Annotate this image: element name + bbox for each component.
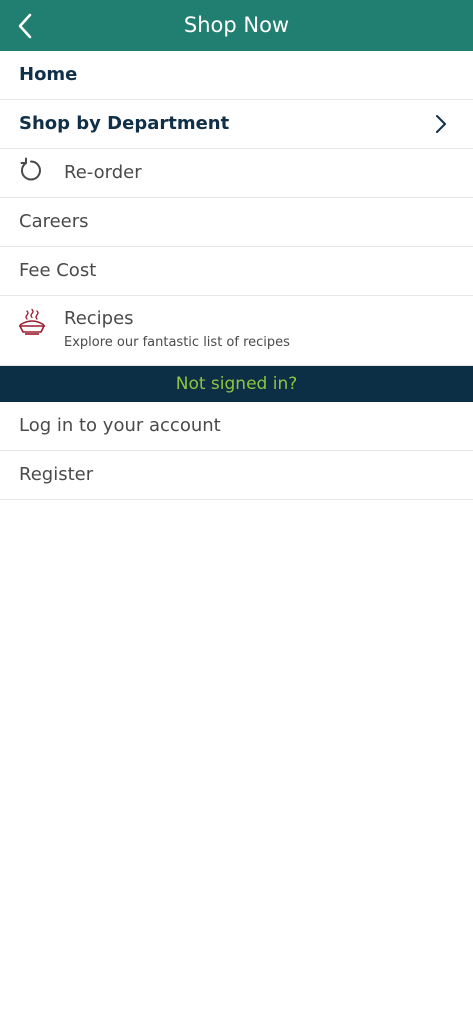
- chevron-right-icon: [436, 115, 446, 133]
- register-link[interactable]: Register: [0, 451, 473, 500]
- navigation-menu: Home Shop by Department Re-order Careers…: [0, 51, 473, 500]
- menu-item-shop-by-department[interactable]: Shop by Department: [0, 100, 473, 149]
- menu-item-shop-by-department-label: Shop by Department: [19, 113, 230, 134]
- menu-item-recipes[interactable]: Recipes Explore our fantastic list of re…: [0, 296, 473, 366]
- menu-item-careers-label: Careers: [19, 211, 89, 232]
- menu-item-home-label: Home: [19, 64, 78, 85]
- not-signed-in-banner: Not signed in?: [0, 366, 473, 402]
- top-app-bar: Shop Now: [0, 0, 473, 51]
- menu-item-reorder-label: Re-order: [64, 162, 142, 183]
- login-link-label: Log in to your account: [19, 415, 221, 436]
- login-link[interactable]: Log in to your account: [0, 402, 473, 451]
- register-link-label: Register: [19, 464, 94, 485]
- menu-item-fee-cost-label: Fee Cost: [19, 260, 97, 281]
- reorder-icon: [20, 157, 41, 181]
- menu-item-fee-cost[interactable]: Fee Cost: [0, 247, 473, 296]
- menu-item-recipes-label: Recipes: [64, 308, 134, 329]
- recipe-bowl-icon: [19, 308, 45, 335]
- menu-item-recipes-subtitle: Explore our fantastic list of recipes: [64, 335, 290, 350]
- menu-item-home[interactable]: Home: [0, 51, 473, 100]
- page-title: Shop Now: [183, 13, 290, 37]
- menu-item-reorder[interactable]: Re-order: [0, 149, 473, 198]
- menu-item-careers[interactable]: Careers: [0, 198, 473, 247]
